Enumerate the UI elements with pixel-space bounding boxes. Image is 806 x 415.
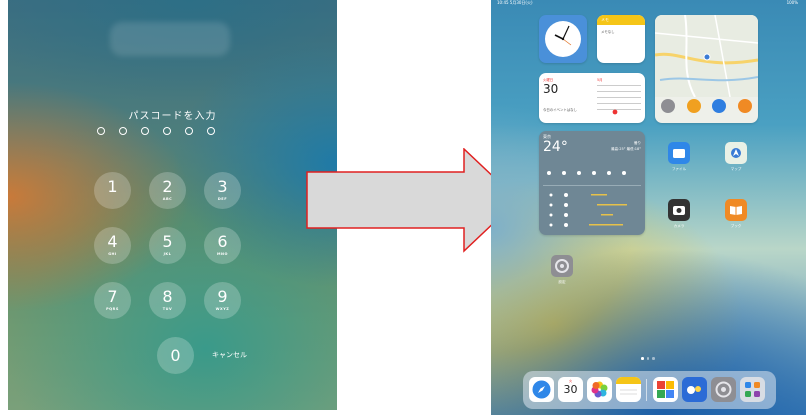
key-6[interactable]: 6 MNO xyxy=(204,227,241,264)
key-digit: 3 xyxy=(217,177,228,196)
maps-app-icon[interactable] xyxy=(725,142,747,164)
lock-screen: パスコードを入力 1 2 ABC 3 DEF 4 GHI 5 JKL 6 MNO… xyxy=(8,0,337,410)
photos-app-icon[interactable] xyxy=(587,377,612,402)
google-app-icon[interactable] xyxy=(653,377,678,402)
weather-widget[interactable]: 東京 24° 曇り 最高:25° 最低:18° xyxy=(539,131,645,235)
key-letters: JKL xyxy=(163,252,172,256)
notes-app-icon[interactable] xyxy=(616,377,641,402)
clock-widget[interactable] xyxy=(539,15,587,63)
key-4[interactable]: 4 GHI xyxy=(94,227,131,264)
calendar-app-icon[interactable]: 火 30 xyxy=(558,377,583,402)
key-digit: 7 xyxy=(107,287,118,306)
calendar-widget[interactable]: 火曜日 30 今日のイベントはなし 5月 xyxy=(539,73,645,123)
calendar-day: 30 xyxy=(543,82,559,96)
key-digit: 5 xyxy=(162,232,173,251)
books-app-icon[interactable] xyxy=(725,199,747,221)
dock: 火 30 xyxy=(523,371,776,409)
key-letters: GHI xyxy=(108,252,117,256)
status-time: 10:45 5月30日(火) xyxy=(497,0,533,5)
settings-app-icon[interactable] xyxy=(551,255,573,277)
passcode-dot xyxy=(163,127,171,135)
map-shop-icon[interactable] xyxy=(738,99,753,113)
key-digit: 6 xyxy=(217,232,228,251)
notes-widget[interactable]: メモ メモなし xyxy=(597,15,645,63)
key-letters: MNO xyxy=(217,252,228,256)
key-digit: 1 xyxy=(107,177,118,196)
key-letters: WXYZ xyxy=(215,307,230,311)
key-1[interactable]: 1 xyxy=(94,172,131,209)
key-digit: 8 xyxy=(162,287,173,306)
game-app-icon[interactable] xyxy=(682,377,707,402)
key-3[interactable]: 3 DEF xyxy=(204,172,241,209)
settings-app-label: 設定 xyxy=(558,280,566,284)
key-5[interactable]: 5 JKL xyxy=(149,227,186,264)
weather-condition: 曇り xyxy=(634,141,641,145)
key-letters: PQRS xyxy=(106,307,119,311)
key-7[interactable]: 7 PQRS xyxy=(94,282,131,319)
map-search-icon[interactable] xyxy=(660,99,675,113)
passcode-dot xyxy=(141,127,149,135)
app-library-icon[interactable] xyxy=(740,377,765,402)
key-letters: TUV xyxy=(162,307,173,311)
settings-dock-icon[interactable] xyxy=(711,377,736,402)
dock-divider xyxy=(646,379,647,401)
passcode-dot xyxy=(97,127,105,135)
page-indicator[interactable] xyxy=(641,357,655,360)
key-8[interactable]: 8 TUV xyxy=(149,282,186,319)
files-app-label: ファイル xyxy=(671,167,687,171)
weather-forecast xyxy=(543,171,641,227)
key-digit: 9 xyxy=(217,287,228,306)
calendar-app-day: 30 xyxy=(563,383,578,396)
cancel-button[interactable]: キャンセル xyxy=(212,350,247,360)
safari-app-icon[interactable] xyxy=(529,377,554,402)
map-preview xyxy=(655,15,758,98)
calendar-month: 5月 xyxy=(597,78,603,82)
passcode-dot xyxy=(185,127,193,135)
weather-range: 最高:25° 最低:18° xyxy=(611,147,641,151)
passcode-dot xyxy=(119,127,127,135)
passcode-dot xyxy=(207,127,215,135)
maps-widget[interactable] xyxy=(655,15,758,123)
key-0[interactable]: 0 xyxy=(157,337,194,374)
blurred-clock xyxy=(110,22,230,56)
passcode-prompt: パスコードを入力 xyxy=(128,111,217,122)
key-9[interactable]: 9 WXYZ xyxy=(204,282,241,319)
home-screen: 10:45 5月30日(火) 100% メモ メモなし 火曜日 30 今日のイベ… xyxy=(491,0,806,415)
status-battery: 100% xyxy=(786,0,798,5)
passcode-dots xyxy=(97,127,215,135)
books-app-label: ブック xyxy=(730,224,742,228)
map-transit-icon[interactable] xyxy=(712,99,727,113)
camera-app-label: カメラ xyxy=(673,224,685,228)
files-app-icon[interactable] xyxy=(668,142,690,164)
clock-face-icon xyxy=(545,21,581,57)
map-food-icon[interactable] xyxy=(686,99,701,113)
notes-widget-body: メモなし xyxy=(601,30,615,34)
camera-app-icon[interactable] xyxy=(668,199,690,221)
key-digit: 0 xyxy=(170,346,181,365)
key-digit: 2 xyxy=(162,177,173,196)
notes-widget-title: メモ xyxy=(597,15,645,25)
key-2[interactable]: 2 ABC xyxy=(149,172,186,209)
weather-temp: 24° xyxy=(543,139,568,155)
key-letters: ABC xyxy=(162,197,173,201)
calendar-grid xyxy=(597,85,641,115)
maps-app-label: マップ xyxy=(730,167,742,171)
key-digit: 4 xyxy=(107,232,118,251)
key-letters: DEF xyxy=(217,197,228,201)
calendar-event: 今日のイベントはなし xyxy=(543,108,577,112)
